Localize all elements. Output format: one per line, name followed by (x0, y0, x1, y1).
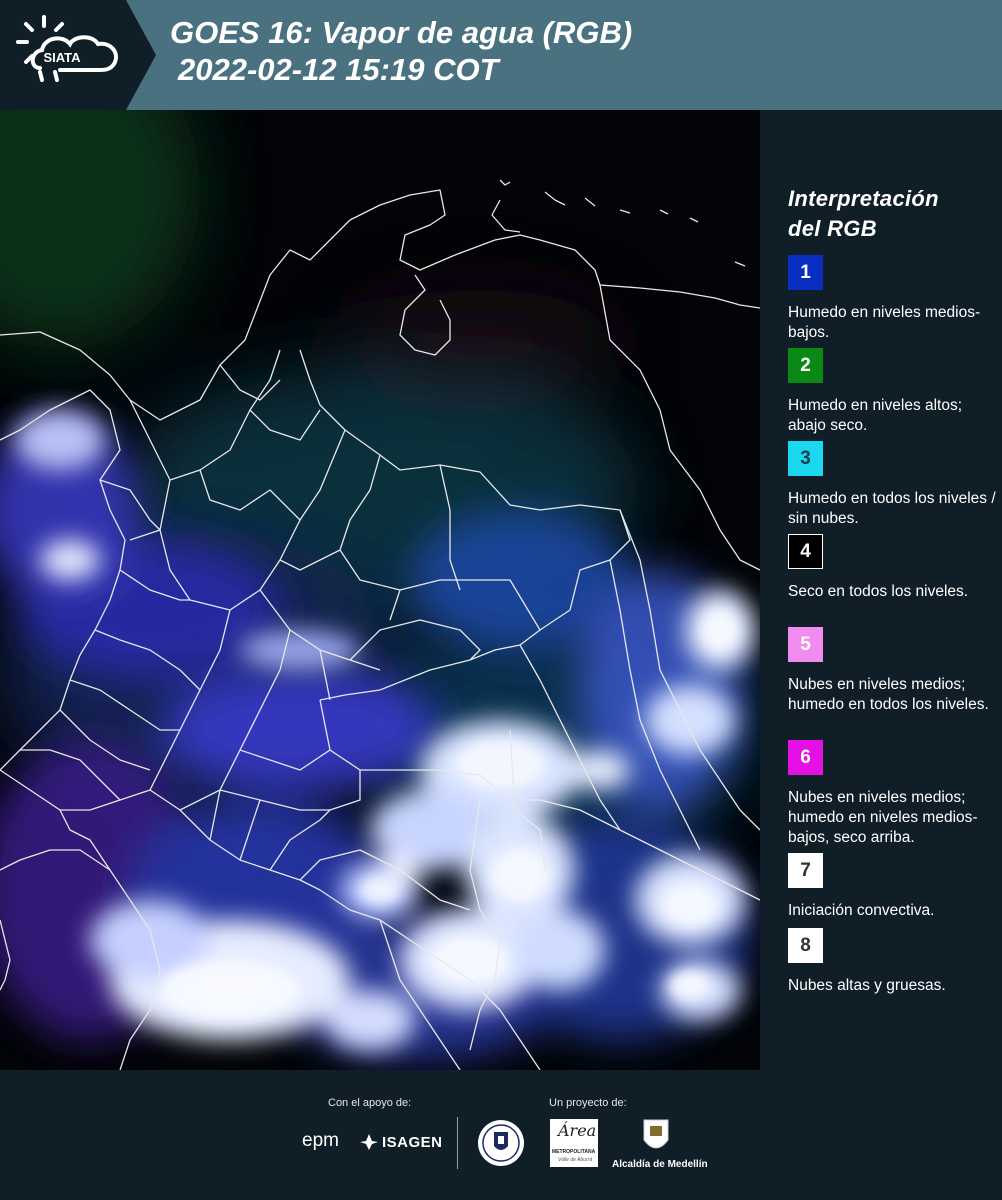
legend-text-6: Nubes en niveles medios; humedo en nivel… (788, 789, 978, 846)
legend-swatch-3: 3 (788, 441, 823, 476)
epm-logo: epm (302, 1130, 339, 1151)
legend-text-5: Nubes en niveles medios; humedo en todos… (788, 676, 989, 713)
legend-swatch-6: 6 (788, 740, 823, 775)
isagen-logo-icon (360, 1134, 378, 1150)
legend-item-4: 4 Seco en todos los niveles. (788, 534, 998, 602)
area-logo-text: Área (558, 1121, 597, 1140)
area-metropolitana-logo: Área METROPOLITANA Valle de Aburrá (550, 1119, 598, 1167)
legend-title: Interpretación del RGB (788, 184, 939, 244)
gobernacion-seal-icon (478, 1120, 524, 1166)
siata-logo-text: SIATA (43, 50, 81, 65)
siata-logo-panel: SIATA (0, 0, 156, 110)
legend-item-6: 6 Nubes en niveles medios; humedo en nive… (788, 740, 998, 848)
legend-swatch-5: 5 (788, 627, 823, 662)
header: SIATA GOES 16: Vapor de agua (RGB) 2022-… (0, 0, 1002, 110)
area-logo-sub1: METROPOLITANA (552, 1149, 596, 1155)
isagen-logo: ISAGEN (382, 1134, 443, 1151)
alcaldia-shield-icon (643, 1119, 669, 1149)
satellite-map[interactable] (0, 110, 760, 1070)
page-title: GOES 16: Vapor de agua (RGB) 2022-02-12 … (170, 14, 632, 88)
legend-swatch-2: 2 (788, 348, 823, 383)
area-logo-sub2: Valle de Aburrá (558, 1157, 593, 1163)
legend-item-7: 7 Iniciación convectiva. (788, 853, 998, 921)
footer: Con el apoyo de: Un proyecto de: epm ISA… (0, 1070, 1002, 1200)
legend-item-1: 1 Humedo en niveles medios-bajos. (788, 255, 998, 343)
support-label: Con el apoyo de: (328, 1097, 412, 1109)
legend-text-4: Seco en todos los niveles. (788, 583, 969, 600)
legend-swatch-4: 4 (788, 534, 823, 569)
alcaldia-label: Alcaldía de Medellín (612, 1159, 708, 1170)
title-line-1: GOES 16: Vapor de agua (RGB) (170, 15, 633, 50)
legend-text-2: Humedo en niveles altos; abajo seco. (788, 397, 963, 434)
legend-item-3: 3 Humedo en todos los niveles / sin nubes… (788, 441, 998, 529)
legend-title-line-2: del RGB (788, 216, 877, 241)
title-line-2: 2022-02-12 15:19 COT (178, 52, 499, 87)
satellite-image (0, 110, 760, 1070)
legend-swatch-7: 7 (788, 853, 823, 888)
legend-item-2: 2 Humedo en niveles altos; abajo seco. (788, 348, 998, 436)
legend-swatch-1: 1 (788, 255, 823, 290)
footer-divider (457, 1117, 458, 1169)
legend-item-8: 8 Nubes altas y gruesas. (788, 928, 998, 996)
legend-text-8: Nubes altas y gruesas. (788, 977, 946, 994)
legend-panel: Interpretación del RGB 1 Humedo en nivele… (760, 110, 1002, 1070)
legend-text-3: Humedo en todos los niveles / sin nubes. (788, 490, 996, 527)
legend-text-7: Iniciación convectiva. (788, 902, 935, 919)
project-label: Un proyecto de: (549, 1097, 627, 1109)
legend-title-line-1: Interpretación (788, 186, 939, 211)
legend-item-5: 5 Nubes en niveles medios; humedo en todo… (788, 627, 998, 715)
legend-swatch-8: 8 (788, 928, 823, 963)
legend-text-1: Humedo en niveles medios-bajos. (788, 304, 981, 341)
